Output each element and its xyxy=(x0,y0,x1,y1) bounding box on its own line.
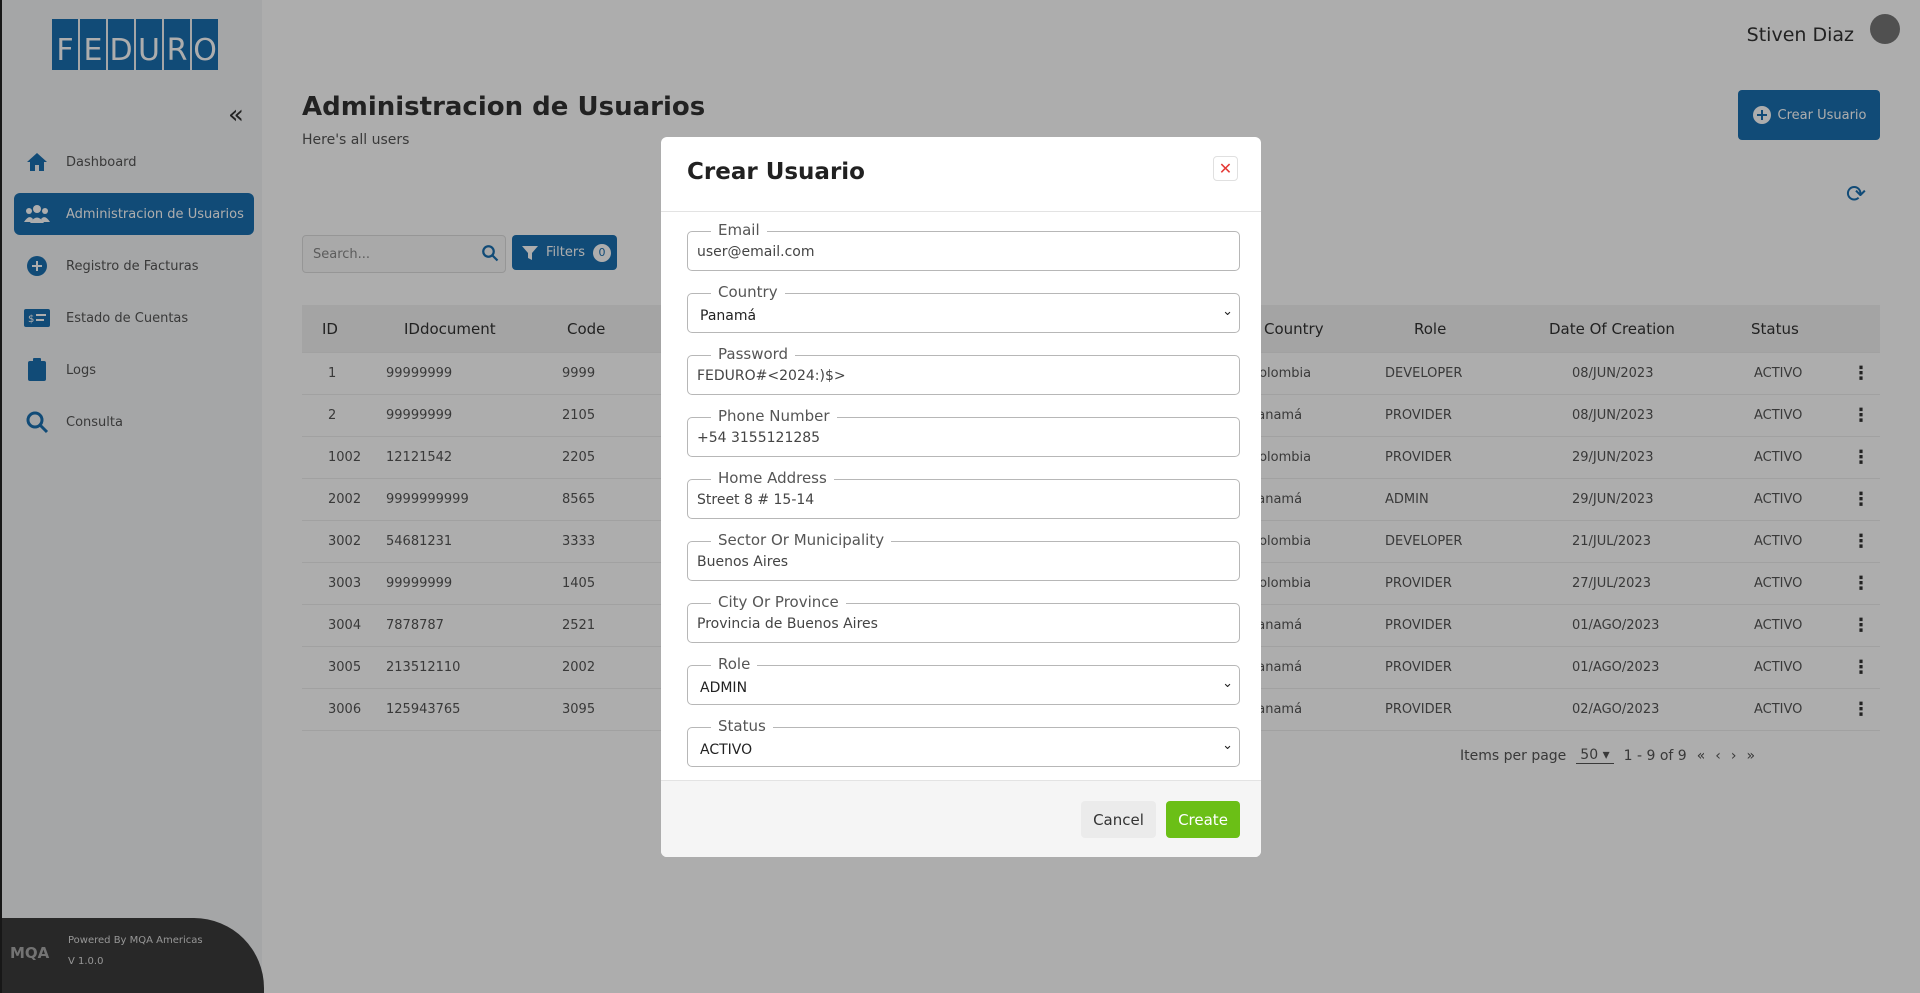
role-select[interactable]: Role ADMIN ⌄ xyxy=(687,655,1240,705)
field-label: Status xyxy=(711,717,773,735)
field-label: Role xyxy=(711,655,758,673)
field-label: Phone Number xyxy=(711,407,837,425)
close-button[interactable]: ✕ xyxy=(1213,156,1238,181)
field-value: FEDURO#<2024:)$> xyxy=(697,368,846,384)
city-province-field[interactable]: City Or Province Provincia de Buenos Air… xyxy=(687,593,1240,643)
dialog-footer: Cancel Create xyxy=(661,780,1261,857)
password-field[interactable]: Password FEDURO#<2024:)$> xyxy=(687,345,1240,395)
field-value: Street 8 # 15-14 xyxy=(697,492,815,508)
dialog-body: Email user@email.com Country Panamá ⌄ Pa… xyxy=(661,213,1261,781)
home-address-field[interactable]: Home Address Street 8 # 15-14 xyxy=(687,469,1240,519)
country-select[interactable]: Country Panamá ⌄ xyxy=(687,283,1240,333)
close-icon: ✕ xyxy=(1218,159,1233,178)
email-field[interactable]: Email user@email.com xyxy=(687,221,1240,271)
field-label: Country xyxy=(711,283,785,301)
field-label: Email xyxy=(711,221,767,239)
chevron-down-icon: ⌄ xyxy=(1222,304,1233,319)
field-value: user@email.com xyxy=(697,244,815,260)
field-label: City Or Province xyxy=(711,593,846,611)
create-button[interactable]: Create xyxy=(1166,801,1240,838)
status-select[interactable]: Status ACTIVO ⌄ xyxy=(687,717,1240,767)
field-value: ACTIVO xyxy=(700,742,753,758)
sector-field[interactable]: Sector Or Municipality Buenos Aires xyxy=(687,531,1240,581)
field-label: Home Address xyxy=(711,469,834,487)
dialog-header: Crear Usuario ✕ xyxy=(661,137,1261,212)
field-label: Sector Or Municipality xyxy=(711,531,892,549)
field-value: +54 3155121285 xyxy=(697,430,821,446)
create-user-dialog: Crear Usuario ✕ Email user@email.com Cou… xyxy=(661,137,1261,857)
field-label: Password xyxy=(711,345,796,363)
chevron-down-icon: ⌄ xyxy=(1222,676,1233,691)
field-value: Buenos Aires xyxy=(697,554,789,570)
cancel-button[interactable]: Cancel xyxy=(1081,801,1156,838)
phone-number-field[interactable]: Phone Number +54 3155121285 xyxy=(687,407,1240,457)
chevron-down-icon: ⌄ xyxy=(1222,738,1233,753)
field-value: ADMIN xyxy=(700,680,748,696)
dialog-title: Crear Usuario xyxy=(687,159,865,185)
field-value: Provincia de Buenos Aires xyxy=(697,616,878,632)
field-value: Panamá xyxy=(700,308,757,324)
